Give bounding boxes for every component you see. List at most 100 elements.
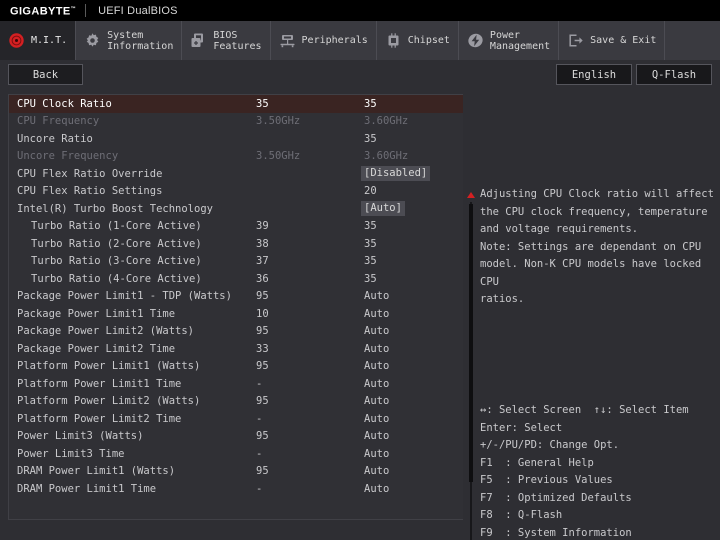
back-button[interactable]: Back — [8, 64, 83, 85]
setting-label: Uncore Frequency — [17, 150, 119, 163]
setting-value-field[interactable]: [Disabled] — [361, 166, 431, 182]
setting-row[interactable]: Platform Power Limit2 (Watts) 95 Auto — [9, 393, 463, 411]
tab-system-information[interactable]: System Information — [76, 21, 183, 60]
setting-row[interactable]: Package Power Limit2 Time 33 Auto — [9, 340, 463, 358]
setting-current-value: 35 — [256, 97, 269, 110]
setting-current-value: 33 — [256, 342, 269, 355]
setting-value-field[interactable]: 3.60GHz — [364, 115, 408, 127]
main-tab-bar: M.I.T. System Information BIOS Features Per… — [0, 21, 720, 60]
help-key-line: +/-/PU/PD: Change Opt. — [480, 439, 620, 451]
setting-row[interactable]: CPU Clock Ratio 35 35 — [9, 95, 463, 113]
setting-current-value: 37 — [256, 255, 269, 268]
setting-row[interactable]: CPU Flex Ratio Override [Disabled] — [9, 165, 463, 183]
setting-current-value: 95 — [256, 360, 269, 373]
tab-peripherals[interactable]: Peripherals — [271, 21, 377, 60]
setting-current-value: 3.50GHz — [256, 115, 301, 128]
setting-label: DRAM Power Limit1 (Watts) — [17, 465, 176, 478]
tab-label: Save & Exit — [590, 35, 657, 46]
setting-row[interactable]: Platform Power Limit2 Time - Auto — [9, 410, 463, 428]
setting-value-field[interactable]: Auto — [364, 325, 389, 337]
setting-row[interactable]: Package Power Limit1 - TDP (Watts) 95 Auto — [9, 288, 463, 306]
tab-label: Chipset — [407, 35, 450, 46]
setting-value-field[interactable]: 3.60GHz — [364, 150, 408, 162]
setting-label: Turbo Ratio (3-Core Active) — [31, 255, 202, 268]
setting-row[interactable]: Power Limit3 (Watts) 95 Auto — [9, 428, 463, 446]
setting-value-field[interactable]: Auto — [364, 360, 389, 372]
setting-current-value: 39 — [256, 220, 269, 233]
setting-row[interactable]: Power Limit3 Time - Auto — [9, 445, 463, 463]
tab-label: System Information — [107, 29, 174, 52]
setting-current-value: 38 — [256, 237, 269, 250]
setting-label: Package Power Limit1 Time — [17, 307, 176, 320]
setting-row[interactable]: DRAM Power Limit1 (Watts) 95 Auto — [9, 463, 463, 481]
chip-plus-icon — [190, 32, 207, 49]
setting-current-value: 95 — [256, 465, 269, 478]
help-key-line: F7 : Optimized Defaults — [480, 491, 632, 504]
setting-value-field[interactable]: Auto — [364, 483, 389, 495]
setting-value-field[interactable]: 35 — [364, 255, 377, 267]
setting-value-field[interactable]: 35 — [364, 220, 377, 232]
setting-row[interactable]: Turbo Ratio (4-Core Active) 36 35 — [9, 270, 463, 288]
setting-value-field[interactable]: Auto — [364, 413, 389, 425]
help-description: Adjusting CPU Clock ratio will affect th… — [480, 188, 714, 305]
setting-label: Turbo Ratio (1-Core Active) — [31, 220, 202, 233]
setting-label: Package Power Limit2 Time — [17, 342, 176, 355]
setting-label: Package Power Limit2 (Watts) — [17, 325, 195, 338]
setting-row[interactable]: Turbo Ratio (1-Core Active) 39 35 — [9, 218, 463, 236]
trademark-mark: ™ — [70, 5, 77, 12]
setting-value-field[interactable]: Auto — [364, 308, 389, 320]
scroll-up-arrow-icon[interactable] — [467, 192, 475, 198]
setting-current-value: 95 — [256, 430, 269, 443]
setting-row[interactable]: Uncore Frequency 3.50GHz 3.60GHz — [9, 148, 463, 166]
setting-label: CPU Flex Ratio Override — [17, 167, 163, 180]
setting-current-value: 10 — [256, 307, 269, 320]
setting-value-field[interactable]: Auto — [364, 448, 389, 460]
setting-value-field[interactable]: [Auto] — [361, 201, 405, 217]
setting-current-value: 95 — [256, 290, 269, 303]
tab-power-management[interactable]: Power Management — [459, 21, 560, 60]
setting-row[interactable]: Intel(R) Turbo Boost Technology [Auto] — [9, 200, 463, 218]
settings-list[interactable]: CPU Clock Ratio 35 35 CPU Frequency 3.50GHz 3… — [8, 94, 463, 520]
setting-value-field[interactable]: Auto — [364, 378, 389, 390]
setting-label: Turbo Ratio (4-Core Active) — [31, 272, 202, 285]
action-bar: Back English Q-Flash — [0, 60, 720, 90]
setting-row[interactable]: Package Power Limit2 (Watts) 95 Auto — [9, 323, 463, 341]
content-area: CPU Clock Ratio 35 35 CPU Frequency 3.50GHz 3… — [0, 90, 720, 540]
setting-value-field[interactable]: Auto — [364, 465, 389, 477]
tab-m-i-t[interactable]: M.I.T. — [0, 21, 77, 60]
scrollbar-thumb[interactable] — [469, 204, 473, 482]
language-button[interactable]: English — [556, 64, 632, 85]
setting-value-field[interactable]: Auto — [364, 290, 389, 302]
tab-label: Power Management — [489, 29, 551, 52]
setting-row[interactable]: Uncore Ratio 35 — [9, 130, 463, 148]
settings-scrollbar[interactable] — [464, 184, 480, 540]
setting-value-field[interactable]: 35 — [364, 273, 377, 285]
setting-value-field[interactable]: 20 — [364, 185, 377, 197]
setting-row[interactable]: Turbo Ratio (3-Core Active) 37 35 — [9, 253, 463, 271]
setting-row[interactable]: CPU Frequency 3.50GHz 3.60GHz — [9, 113, 463, 131]
help-key-line: F5 : Previous Values — [480, 474, 613, 486]
setting-row[interactable]: CPU Flex Ratio Settings 20 — [9, 183, 463, 201]
setting-row[interactable]: Platform Power Limit1 Time - Auto — [9, 375, 463, 393]
setting-row[interactable]: Platform Power Limit1 (Watts) 95 Auto — [9, 358, 463, 376]
peripherals-icon — [279, 32, 296, 49]
setting-row[interactable]: DRAM Power Limit1 Time - Auto — [9, 480, 463, 498]
tab-bios-features[interactable]: BIOS Features — [182, 21, 271, 60]
qflash-button[interactable]: Q-Flash — [636, 64, 712, 85]
setting-row[interactable]: Turbo Ratio (2-Core Active) 38 35 — [9, 235, 463, 253]
setting-label: Platform Power Limit1 Time — [17, 377, 182, 390]
setting-label: Power Limit3 (Watts) — [17, 430, 144, 443]
setting-value-field[interactable]: 35 — [364, 133, 377, 145]
setting-value-field[interactable]: 35 — [361, 96, 380, 111]
setting-value-field[interactable]: Auto — [364, 430, 389, 442]
setting-value-field[interactable]: Auto — [364, 343, 389, 355]
tab-save-exit[interactable]: Save & Exit — [559, 21, 666, 60]
setting-label: Platform Power Limit2 (Watts) — [17, 395, 201, 408]
setting-label: Uncore Ratio — [17, 132, 93, 145]
setting-value-field[interactable]: 35 — [364, 238, 377, 250]
setting-row[interactable]: Package Power Limit1 Time 10 Auto — [9, 305, 463, 323]
setting-value-field[interactable]: Auto — [364, 395, 389, 407]
brand-title: UEFI DualBIOS — [98, 4, 178, 17]
tab-chipset[interactable]: Chipset — [377, 21, 459, 60]
help-key-line: F1 : General Help — [480, 456, 594, 469]
